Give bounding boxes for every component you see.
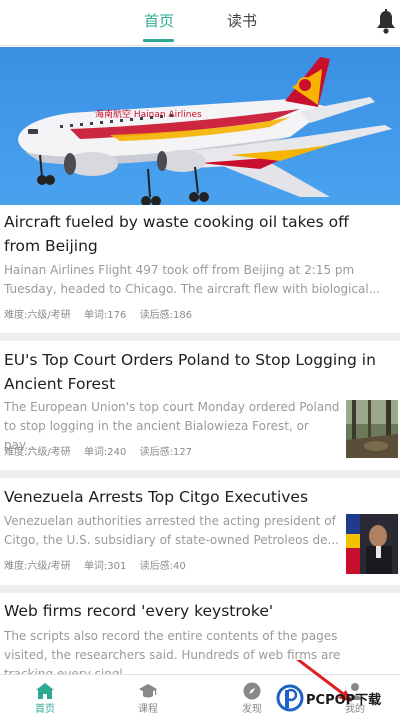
top-header: 首页 读书 bbox=[0, 0, 400, 46]
article-summary[interactable]: Venezuelan authorities arrested the acti… bbox=[4, 512, 340, 550]
word-count: 单词:301 bbox=[83, 561, 127, 572]
reflection-count: 读后感:40 bbox=[139, 561, 186, 572]
nav-home-label: 首页 bbox=[35, 704, 55, 715]
watermark-text: PCPOP下载 bbox=[306, 692, 381, 708]
divider bbox=[0, 470, 400, 478]
forest-thumbnail-image[interactable] bbox=[346, 400, 398, 458]
difficulty-level: 难度:六级/考研 bbox=[4, 310, 71, 321]
tab-home[interactable]: 首页 bbox=[144, 11, 174, 31]
article-meta: 难度:六级/考研 单词:301 读后感:40 bbox=[4, 560, 196, 574]
home-icon bbox=[36, 683, 54, 699]
word-count: 单词:240 bbox=[83, 447, 127, 458]
nav-discover[interactable]: 发现 bbox=[222, 675, 282, 720]
executive-thumbnail-image[interactable] bbox=[346, 514, 398, 574]
nav-courses-label: 课程 bbox=[138, 704, 158, 715]
article-meta: 难度:六级/考研 单词:240 读后感:127 bbox=[4, 446, 202, 460]
article-title[interactable]: Aircraft fueled by waste cooking oil tak… bbox=[4, 210, 380, 258]
tab-reading[interactable]: 读书 bbox=[227, 11, 257, 31]
graduation-cap-icon bbox=[139, 684, 157, 698]
divider bbox=[0, 585, 400, 593]
hero-airplane-image[interactable]: 海南航空 Hainan Airlines bbox=[0, 47, 400, 205]
compass-icon bbox=[243, 682, 261, 700]
reflection-count: 读后感:127 bbox=[139, 447, 193, 458]
difficulty-level: 难度:六级/考研 bbox=[4, 447, 71, 458]
nav-discover-label: 发现 bbox=[242, 704, 262, 715]
article-title[interactable]: Venezuela Arrests Top Citgo Executives bbox=[4, 485, 380, 509]
reflection-count: 读后感:186 bbox=[139, 310, 193, 321]
divider bbox=[0, 333, 400, 341]
article-title[interactable]: Web firms record 'every keystroke' bbox=[4, 599, 380, 623]
bell-icon[interactable] bbox=[375, 9, 397, 35]
article-title[interactable]: EU's Top Court Orders Poland to Stop Log… bbox=[4, 348, 380, 396]
nav-home[interactable]: 首页 bbox=[15, 675, 75, 720]
active-tab-indicator bbox=[143, 39, 174, 42]
difficulty-level: 难度:六级/考研 bbox=[4, 561, 71, 572]
airline-livery-text: 海南航空 Hainan Airlines bbox=[95, 108, 202, 120]
article-summary[interactable]: Hainan Airlines Flight 497 took off from… bbox=[4, 261, 384, 299]
nav-courses[interactable]: 课程 bbox=[118, 675, 178, 720]
watermark-logo: PCPOP下载 bbox=[276, 660, 381, 712]
word-count: 单词:176 bbox=[83, 310, 127, 321]
article-meta: 难度:六级/考研 单词:176 读后感:186 bbox=[4, 309, 202, 323]
